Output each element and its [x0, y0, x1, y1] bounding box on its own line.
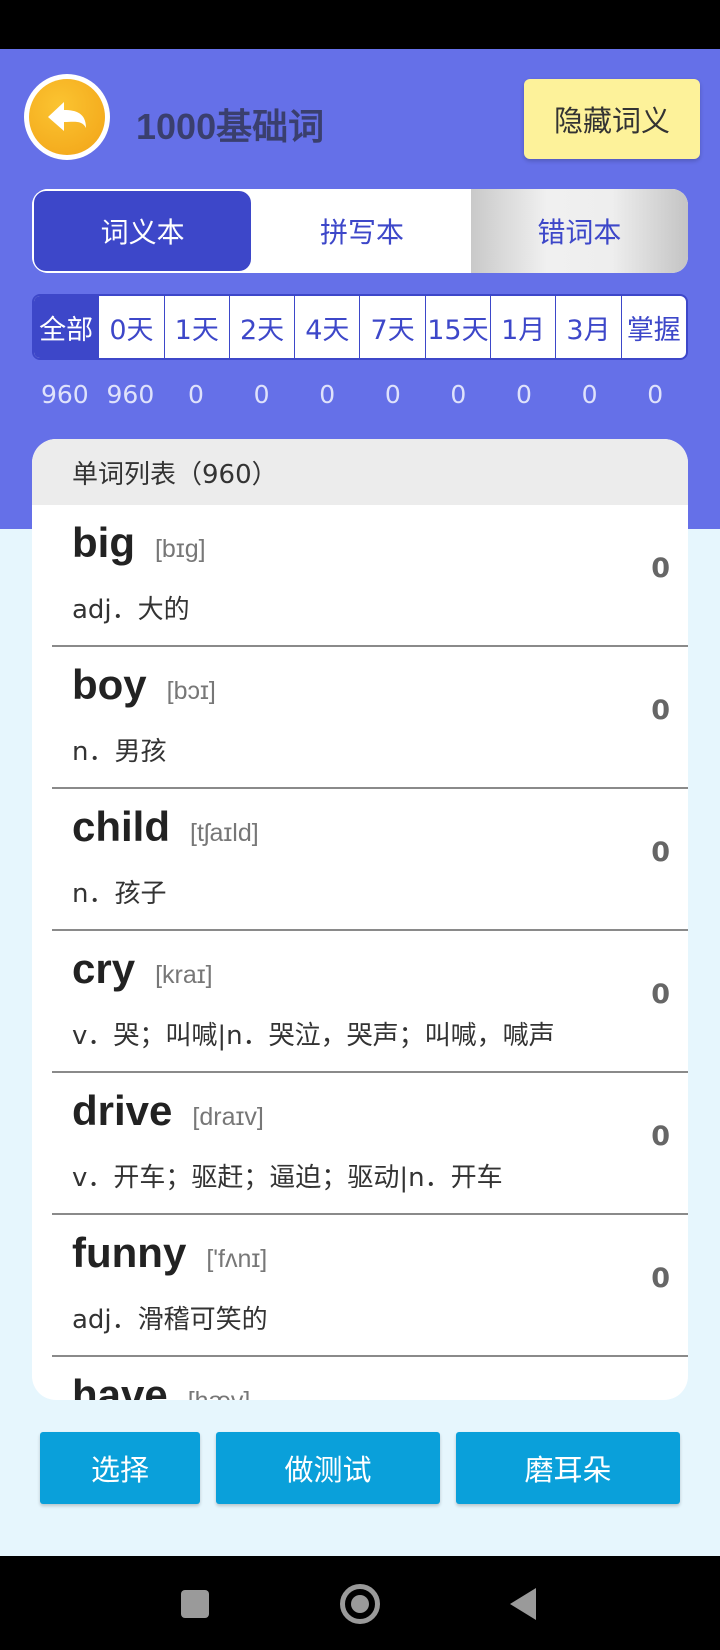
day-filter-1d[interactable]: 1天	[163, 296, 229, 358]
test-button[interactable]: 做测试	[216, 1432, 440, 1504]
word-meaning: v．开车；驱赶；逼迫；驱动|n．开车	[72, 1163, 503, 1193]
list-item[interactable]: big [bɪg] adj．大的 0	[52, 505, 688, 647]
word-text: funny	[72, 1229, 187, 1276]
word-list[interactable]: big [bɪg] adj．大的 0 boy [bɔɪ] n．男孩 0 child […	[32, 505, 688, 1400]
day-filter-1m[interactable]: 1月	[490, 296, 555, 358]
day-filter-2d[interactable]: 2天	[228, 296, 294, 358]
count-all: 960	[40, 380, 89, 409]
word-meaning: adj．大的	[72, 595, 190, 625]
day-filter-counts: 960 960 0 0 0 0 0 0 0 0	[32, 380, 688, 409]
list-item[interactable]: boy [bɔɪ] n．男孩 0	[52, 647, 688, 789]
list-item[interactable]: child [tʃaɪld] n．孩子 0	[52, 789, 688, 931]
list-item[interactable]: funny ['fʌnɪ] adj．滑稽可笑的 0	[52, 1215, 688, 1357]
list-item[interactable]: drive [draɪv] v．开车；驱赶；逼迫；驱动|n．开车 0	[52, 1073, 688, 1215]
word-text: boy	[72, 661, 147, 708]
word-text: drive	[72, 1087, 173, 1134]
tab-spelling-book[interactable]: 拼写本	[253, 189, 470, 273]
count-1m: 0	[516, 380, 532, 409]
listen-button[interactable]: 磨耳朵	[456, 1432, 680, 1504]
count-7d: 0	[384, 380, 401, 409]
word-list-card: 单词列表（960） big [bɪg] adj．大的 0 boy [bɔɪ] n．男…	[32, 439, 688, 1400]
word-phonetic: [tʃaɪld]	[190, 819, 259, 847]
page-title: 1000基础词	[136, 106, 325, 147]
word-count: 0	[651, 553, 670, 584]
back-button[interactable]	[24, 74, 110, 160]
select-button[interactable]: 选择	[40, 1432, 200, 1504]
word-text: cry	[72, 945, 136, 992]
word-phonetic: [bɪg]	[154, 535, 206, 563]
count-4d: 0	[319, 380, 336, 409]
system-nav-bar	[0, 1556, 720, 1650]
action-bar: 选择 做测试 磨耳朵	[0, 1432, 720, 1504]
word-count: 0	[651, 1121, 670, 1152]
day-filter-all[interactable]: 全部	[34, 296, 99, 358]
day-filter-4d[interactable]: 4天	[294, 296, 359, 358]
day-filter-15d[interactable]: 15天	[424, 296, 490, 358]
back-arrow-icon	[48, 102, 86, 131]
word-text: have	[72, 1371, 168, 1400]
word-meaning: n．孩子	[72, 879, 167, 909]
recent-apps-icon[interactable]	[181, 1590, 209, 1618]
count-1d: 0	[188, 380, 204, 409]
day-filter-mastered[interactable]: 掌握	[620, 296, 686, 358]
word-count: 0	[651, 837, 670, 868]
count-15d: 0	[450, 380, 467, 409]
tab-meaning-book[interactable]: 词义本	[32, 189, 254, 273]
word-meaning: v．哭；叫喊|n．哭泣，哭声；叫喊，喊声	[72, 1021, 555, 1051]
word-phonetic: [bɔɪ]	[166, 677, 216, 705]
word-meaning: n．男孩	[72, 737, 167, 767]
tab-mistake-book[interactable]: 错词本	[470, 189, 688, 273]
word-count: 0	[651, 695, 670, 726]
notebook-tabs: 词义本 拼写本 错词本	[32, 189, 688, 273]
count-mastered: 0	[647, 380, 664, 409]
count-2d: 0	[253, 380, 270, 409]
word-text: big	[72, 519, 135, 566]
day-filter-3m[interactable]: 3月	[555, 296, 620, 358]
list-item[interactable]: have [hæv]	[52, 1357, 688, 1400]
day-filter-bar: 全部 0天 1天 2天 4天 7天 15天 1月 3月 掌握	[32, 294, 688, 360]
word-meaning: adj．滑稽可笑的	[72, 1305, 268, 1335]
hide-meaning-button[interactable]: 隐藏词义	[524, 79, 700, 159]
list-item[interactable]: cry [kraɪ] v．哭；叫喊|n．哭泣，哭声；叫喊，喊声 0	[52, 931, 688, 1073]
word-text: child	[72, 803, 171, 850]
word-phonetic: [draɪv]	[192, 1103, 264, 1131]
word-count: 0	[651, 979, 670, 1010]
count-3m: 0	[581, 380, 598, 409]
word-phonetic: [hæv]	[188, 1387, 251, 1400]
back-icon[interactable]	[510, 1588, 536, 1620]
day-filter-7d[interactable]: 7天	[359, 296, 424, 358]
word-list-header: 单词列表（960）	[32, 439, 688, 505]
word-count: 0	[651, 1263, 670, 1294]
day-filter-0d[interactable]: 0天	[98, 296, 163, 358]
home-icon[interactable]	[340, 1584, 380, 1624]
count-0d: 960	[106, 380, 155, 409]
word-phonetic: [kraɪ]	[155, 961, 213, 989]
status-bar	[0, 0, 720, 49]
word-phonetic: ['fʌnɪ]	[206, 1245, 268, 1273]
